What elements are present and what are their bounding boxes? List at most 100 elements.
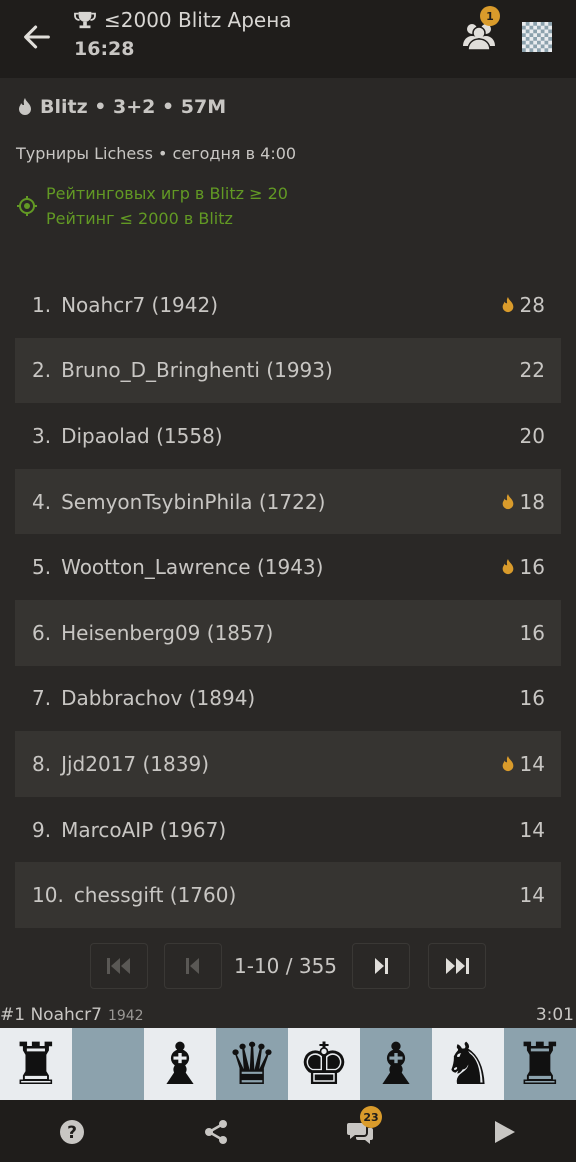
next-page-button[interactable] — [352, 943, 410, 989]
tournament-title: ≤2000 Blitz Арена — [104, 8, 292, 32]
standings-row[interactable]: 10. chessgift (1760) 14 — [15, 862, 561, 928]
streak-fire-icon — [502, 493, 513, 509]
standings-row[interactable]: 2. Bruno_D_Bringhenti (1993) 22 — [15, 337, 561, 404]
player-rank: 5. — [32, 555, 52, 580]
chess-piece: ♚ — [298, 1030, 350, 1098]
chess-piece: ♜ — [10, 1030, 62, 1098]
pagination: 1-10 / 355 — [0, 940, 576, 992]
friends-badge: 1 — [480, 6, 500, 26]
blitz-fire-icon — [19, 98, 31, 115]
score-value: 14 — [519, 751, 545, 776]
standings-row[interactable]: 8. Jjd2017 (1839) 14 — [15, 731, 561, 797]
prev-page-button[interactable] — [164, 943, 222, 989]
score-value: 20 — [519, 423, 545, 448]
streak-fire-icon — [502, 296, 513, 312]
first-page-button[interactable] — [90, 943, 148, 989]
player-rank: 2. — [32, 358, 52, 383]
player-rank: 3. — [32, 423, 52, 448]
player-rank: 6. — [32, 620, 52, 645]
board-square: ♚ — [288, 1028, 360, 1100]
chess-piece: ♛ — [226, 1030, 278, 1098]
player-name: Dipaolad (1558) — [61, 423, 223, 448]
streak-fire-icon — [502, 755, 513, 772]
score-value: 16 — [519, 686, 545, 711]
share-icon[interactable] — [202, 1118, 230, 1146]
last-page-button[interactable] — [428, 943, 486, 989]
board-square: ♝ — [360, 1028, 432, 1100]
player-rank: 1. — [32, 292, 52, 317]
board-icon[interactable] — [522, 22, 552, 52]
player-score: 16 — [520, 621, 545, 645]
board-square: ♜ — [504, 1028, 576, 1100]
help-icon[interactable]: ? — [58, 1118, 86, 1146]
player-name: SemyonTsybinPhila (1722) — [61, 489, 326, 514]
first-page-icon — [107, 958, 130, 974]
score-value: 16 — [519, 555, 545, 580]
player-name: Jjd2017 (1839) — [61, 751, 210, 776]
featured-player-rating: 1942 — [107, 1008, 144, 1024]
standings-row[interactable]: 5. Wootton_Lawrence (1943) 16 — [15, 534, 561, 600]
score-value: 28 — [519, 292, 545, 317]
player-score: 14 — [520, 818, 545, 842]
player-rank: 8. — [32, 751, 52, 776]
featured-player-name: #1 Noahcr7 — [0, 1005, 102, 1025]
last-page-icon — [446, 958, 469, 974]
score-value: 14 — [519, 817, 545, 842]
score-value: 16 — [519, 620, 545, 645]
player-name: Wootton_Lawrence (1943) — [61, 555, 324, 580]
board-square: ♝ — [144, 1028, 216, 1100]
perf-line: Blitz • 3+2 • 57M — [16, 96, 560, 118]
standings-row[interactable]: 6. Heisenberg09 (1857) 16 — [15, 599, 561, 666]
board-square: ♛ — [216, 1028, 288, 1100]
player-score: 14 — [500, 752, 545, 776]
play-icon[interactable] — [490, 1118, 518, 1146]
tournament-clock: 16:28 — [74, 38, 135, 60]
conditions: Рейтинговых игр в Blitz ≥ 20 Рейтинг ≤ 2… — [16, 181, 560, 231]
score-value: 22 — [519, 358, 545, 383]
prev-page-icon — [186, 958, 199, 974]
chess-piece: ♝ — [370, 1030, 422, 1098]
player-name: chessgift (1760) — [73, 883, 237, 908]
trophy-icon — [74, 11, 96, 29]
featured-board-row[interactable]: ♜ ♝ ♛ ♚ ♝ ♞ ♜ — [0, 1028, 576, 1100]
page-indicator: 1-10 / 355 — [234, 954, 338, 978]
featured-player: #1 Noahcr7 1942 — [0, 1005, 144, 1025]
standings-row[interactable]: 9. MarcoAIP (1967) 14 — [15, 797, 561, 863]
chess-piece: ♞ — [442, 1030, 494, 1098]
chat-button[interactable]: 23 — [346, 1106, 382, 1146]
player-score: 20 — [520, 424, 545, 448]
player-name: MarcoAIP (1967) — [61, 817, 227, 842]
player-name: Noahcr7 (1942) — [61, 292, 219, 317]
player-score: 16 — [520, 686, 545, 710]
standings-table: 1. Noahcr7 (1942) 28 2. Bruno_D_Bringhenti (… — [15, 272, 561, 928]
player-score: 14 — [520, 883, 545, 907]
target-icon — [17, 196, 37, 216]
standings-row[interactable]: 3. Dipaolad (1558) 20 — [15, 403, 561, 469]
standings-row[interactable]: 4. SemyonTsybinPhila (1722) 18 — [15, 468, 561, 535]
perf-text: Blitz • 3+2 • 57M — [40, 96, 227, 118]
board-square: ♞ — [432, 1028, 504, 1100]
top-bar: ≤2000 Blitz Арена 16:28 1 — [0, 0, 576, 78]
player-name: Bruno_D_Bringhenti (1993) — [61, 358, 333, 383]
player-rank: 7. — [32, 686, 52, 711]
back-arrow-icon[interactable] — [20, 20, 54, 54]
standings-row[interactable]: 1. Noahcr7 (1942) 28 — [15, 272, 561, 338]
streak-fire-icon — [502, 559, 513, 575]
player-rank: 4. — [32, 489, 52, 514]
organizer-text: Турниры Lichess • сегодня в 4:00 — [16, 144, 297, 163]
player-rank: 9. — [32, 817, 52, 842]
chess-piece: ♝ — [154, 1030, 206, 1098]
player-name: Dabbrachov (1894) — [61, 686, 256, 711]
standings-row[interactable]: 7. Dabbrachov (1894) 16 — [15, 666, 561, 732]
chat-badge: 23 — [360, 1106, 382, 1128]
board-square — [72, 1028, 144, 1100]
score-value: 14 — [519, 883, 545, 908]
player-score: 22 — [520, 358, 545, 382]
friends-button[interactable]: 1 — [462, 6, 500, 52]
featured-game-header[interactable]: #1 Noahcr7 1942 3:01 — [0, 1002, 576, 1028]
player-score: 18 — [500, 490, 545, 514]
condition-games: Рейтинговых игр в Blitz ≥ 20 — [46, 184, 288, 203]
condition-rating: Рейтинг ≤ 2000 в Blitz — [46, 209, 233, 228]
bottom-bar: ? 23 — [0, 1100, 576, 1162]
board-square: ♜ — [0, 1028, 72, 1100]
